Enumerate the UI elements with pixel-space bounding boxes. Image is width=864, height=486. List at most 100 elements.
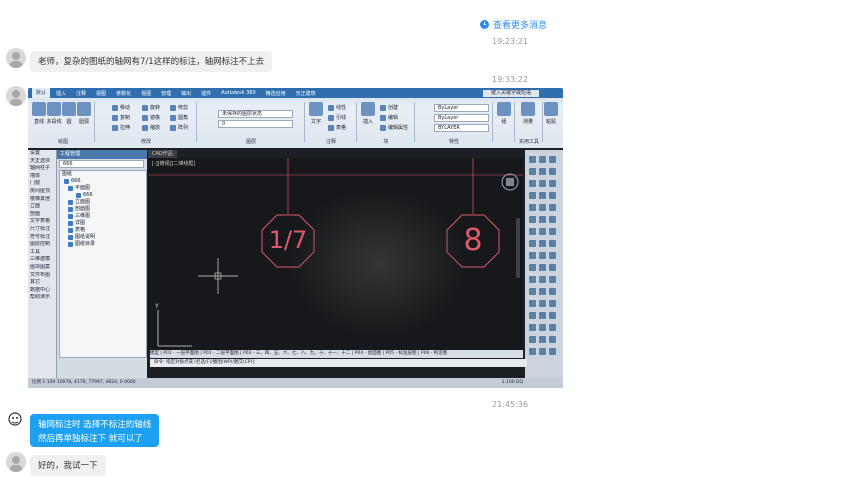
toolbar-icon[interactable] bbox=[549, 312, 556, 319]
toolbar-icon[interactable] bbox=[539, 336, 546, 343]
tree-node[interactable]: 666 bbox=[60, 178, 146, 185]
cad-tab[interactable]: 视图 bbox=[137, 90, 155, 97]
tool-linear[interactable]: 线性 bbox=[328, 104, 346, 111]
tool-rotate[interactable]: 旋转 bbox=[142, 104, 160, 111]
tool-arc[interactable]: 圆弧 bbox=[76, 102, 92, 125]
menu-item[interactable]: 门窗 bbox=[28, 180, 56, 188]
toolbar-icon[interactable] bbox=[529, 300, 536, 307]
avatar[interactable] bbox=[6, 410, 26, 430]
tool-fillet[interactable]: 圆角 bbox=[170, 114, 188, 121]
layout-tabs[interactable]: 模型 | P01 - 一层平面图 | P01 - 二层平面图 | P03 - 三… bbox=[150, 350, 523, 358]
menu-item[interactable]: 帮助演示 bbox=[28, 294, 56, 302]
toolbar-icon[interactable] bbox=[539, 300, 546, 307]
tool-leader[interactable]: 引线 bbox=[328, 114, 346, 121]
menu-item[interactable]: 文字表格 bbox=[28, 218, 56, 226]
nav-bar[interactable] bbox=[516, 218, 520, 278]
tool-copy[interactable]: 复制 bbox=[112, 114, 130, 121]
menu-item[interactable]: 图层控制 bbox=[28, 241, 56, 249]
message-bubble[interactable]: 老师，复杂的图纸的轴网有7/1这样的标注，轴网标注不上去 bbox=[30, 51, 273, 72]
toolbar-icon[interactable] bbox=[529, 168, 536, 175]
toolbar-icon[interactable] bbox=[549, 204, 556, 211]
toolbar-icon[interactable] bbox=[549, 216, 556, 223]
toolbar-icon[interactable] bbox=[539, 192, 546, 199]
cad-tab[interactable]: 管理 bbox=[157, 90, 175, 97]
project-name[interactable]: 666 bbox=[59, 160, 144, 168]
toolbar-icon[interactable] bbox=[529, 312, 536, 319]
toolbar-icon[interactable] bbox=[529, 348, 536, 355]
cad-tab[interactable]: 视图 bbox=[92, 90, 110, 97]
menu-item[interactable]: 文件布图 bbox=[28, 272, 56, 280]
tool-edit-attr[interactable]: 编辑属性 bbox=[380, 124, 408, 131]
status-scale[interactable]: 1:100 DQ bbox=[502, 378, 523, 388]
toolbar-icon[interactable] bbox=[549, 180, 556, 187]
toolbar-icon[interactable] bbox=[549, 324, 556, 331]
toolbar-icon[interactable] bbox=[539, 216, 546, 223]
toolbar-icon[interactable] bbox=[539, 324, 546, 331]
layer-state-field[interactable]: 未保存的图层状态 bbox=[218, 110, 293, 118]
tool-text[interactable]: 文字 bbox=[306, 102, 326, 125]
toolbar-icon[interactable] bbox=[539, 264, 546, 271]
menu-item[interactable]: 工具 bbox=[28, 249, 56, 257]
toolbar-icon[interactable] bbox=[529, 180, 536, 187]
view-label[interactable]: [-][俯视][二维线框] bbox=[152, 160, 196, 167]
toolbar-icon[interactable] bbox=[539, 180, 546, 187]
tool-edit[interactable]: 编辑 bbox=[380, 114, 398, 121]
tool-create[interactable]: 创建 bbox=[380, 104, 398, 111]
toolbar-icon[interactable] bbox=[529, 216, 536, 223]
message-image[interactable]: 默认 插入 注释 视图 参数化 视图 管理 输出 插件 Autodesk 360… bbox=[28, 88, 563, 388]
avatar[interactable] bbox=[6, 86, 26, 106]
tree-node[interactable]: 立面图 bbox=[60, 199, 146, 206]
toolbar-icon[interactable] bbox=[529, 228, 536, 235]
toolbar-icon[interactable] bbox=[549, 264, 556, 271]
toolbar-icon[interactable] bbox=[549, 156, 556, 163]
toolbar-icon[interactable] bbox=[549, 288, 556, 295]
toolbar-icon[interactable] bbox=[529, 156, 536, 163]
toolbar-icon[interactable] bbox=[549, 336, 556, 343]
toolbar-icon[interactable] bbox=[529, 324, 536, 331]
toolbar-icon[interactable] bbox=[549, 240, 556, 247]
toolbar-icon[interactable] bbox=[539, 312, 546, 319]
tool-group[interactable]: 组 bbox=[494, 102, 514, 125]
toolbar-icon[interactable] bbox=[539, 168, 546, 175]
toolbar-icon[interactable] bbox=[529, 240, 536, 247]
toolbar-icon[interactable] bbox=[539, 288, 546, 295]
tool-measure[interactable]: 测量 bbox=[518, 102, 538, 125]
tool-table[interactable]: 表格 bbox=[328, 124, 346, 131]
toolbar-icon[interactable] bbox=[539, 252, 546, 259]
toolbar-icon[interactable] bbox=[539, 348, 546, 355]
toolbar-icon[interactable] bbox=[549, 276, 556, 283]
cad-tab[interactable]: 注释 bbox=[72, 90, 90, 97]
tree-node[interactable]: 图纸说明 bbox=[60, 234, 146, 241]
toolbar-icon[interactable] bbox=[529, 264, 536, 271]
tool-trim[interactable]: 修剪 bbox=[170, 104, 188, 111]
cad-tab[interactable]: 默认 bbox=[32, 88, 51, 98]
menu-item[interactable]: 天正选项 bbox=[28, 158, 56, 166]
cad-tab[interactable]: 精选应用 bbox=[262, 90, 290, 97]
avatar[interactable] bbox=[6, 48, 26, 68]
menu-item[interactable]: 房间屋顶 bbox=[28, 188, 56, 196]
tree-node[interactable]: 详图 bbox=[60, 220, 146, 227]
tree-node[interactable]: 剖面图 bbox=[60, 206, 146, 213]
cad-search-field[interactable]: 键入关键字或短语 bbox=[482, 89, 539, 97]
toolbar-icon[interactable] bbox=[529, 288, 536, 295]
tree-node[interactable]: 平面图 bbox=[60, 185, 146, 192]
cad-tab[interactable]: Autodesk 360 bbox=[217, 90, 260, 96]
tool-stretch[interactable]: 拉伸 bbox=[112, 124, 130, 131]
toolbar-icon[interactable] bbox=[529, 192, 536, 199]
cad-tab[interactable]: 天正建筑 bbox=[292, 90, 320, 97]
toolbar-icon[interactable] bbox=[549, 192, 556, 199]
toolbar-icon[interactable] bbox=[539, 156, 546, 163]
cad-tab[interactable]: 参数化 bbox=[112, 90, 135, 97]
toolbar-icon[interactable] bbox=[549, 228, 556, 235]
toolbar-icon[interactable] bbox=[539, 276, 546, 283]
toolbar-icon[interactable] bbox=[529, 336, 536, 343]
tool-scale[interactable]: 缩放 bbox=[142, 124, 160, 131]
toolbar-icon[interactable] bbox=[549, 168, 556, 175]
toolbar-icon[interactable] bbox=[549, 300, 556, 307]
linetype-field[interactable]: ByLayer bbox=[434, 114, 489, 122]
menu-item[interactable]: 数据中心 bbox=[28, 287, 56, 295]
menu-item[interactable]: 轴网柱子 bbox=[28, 165, 56, 173]
toolbar-icon[interactable] bbox=[539, 240, 546, 247]
tree-node[interactable]: 666 bbox=[60, 192, 146, 199]
tree-node[interactable]: 图纸目录 bbox=[60, 241, 146, 248]
